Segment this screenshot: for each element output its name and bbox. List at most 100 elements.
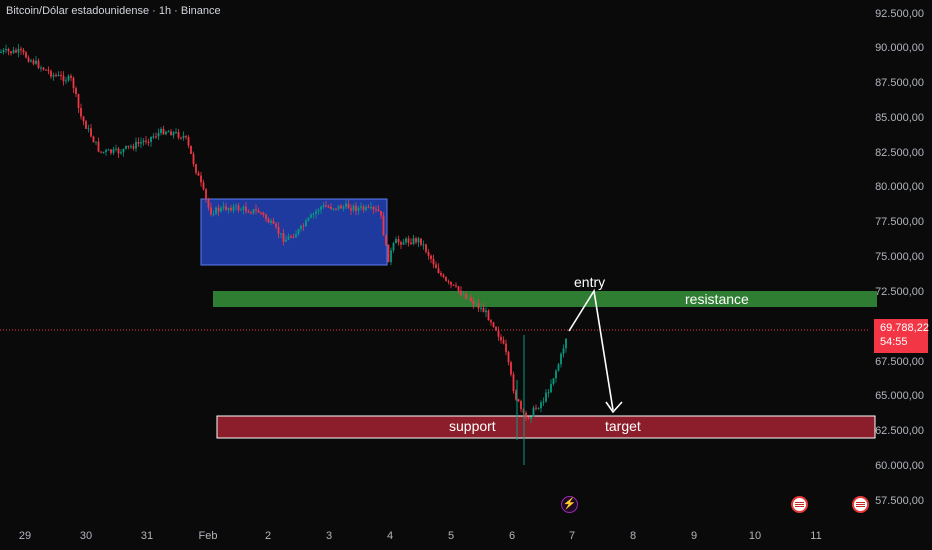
candle-body (145, 140, 147, 142)
candle-body (285, 239, 287, 242)
candle-body (175, 131, 177, 133)
candle-body (355, 205, 357, 211)
us-flag-icon[interactable] (852, 496, 869, 513)
candle-body (420, 238, 422, 245)
candle-body (415, 238, 417, 243)
time-tick: 6 (508, 530, 516, 542)
candle-body (255, 209, 257, 211)
candle-body (22, 50, 25, 53)
candle-body (205, 189, 207, 199)
candle-body (490, 320, 492, 323)
candle-body (437, 268, 440, 274)
candle-body (335, 208, 337, 210)
candle-body (27, 57, 30, 62)
candle-body (207, 198, 210, 208)
candle-body (390, 250, 392, 263)
candle-body (197, 172, 200, 176)
price-tick: 65.000,00 (875, 390, 924, 402)
us-flag-icon[interactable] (791, 496, 808, 513)
candle-body (442, 275, 445, 278)
candle-body (277, 227, 280, 234)
target-label[interactable]: target (605, 418, 641, 434)
support-zone[interactable] (216, 415, 876, 439)
candle-body (35, 60, 37, 64)
candle-body (235, 205, 237, 207)
candle-body (135, 141, 137, 149)
candle-body (167, 131, 170, 133)
candle-body (495, 326, 497, 331)
candle-body (215, 207, 217, 215)
candle-body (375, 209, 377, 211)
candle-body (467, 297, 470, 299)
candle-body (487, 310, 490, 321)
candle-body (512, 374, 515, 392)
candle-body (57, 74, 60, 76)
candle-body (552, 378, 555, 385)
candle-body (260, 212, 262, 214)
candle-body (192, 153, 195, 165)
candle-body (452, 284, 455, 286)
candle-body (402, 242, 405, 245)
support-label[interactable]: support (449, 418, 496, 434)
current-price-badge[interactable]: 69.788,22 54:55 (874, 319, 929, 353)
candle-body (557, 364, 560, 371)
candle-body (470, 297, 472, 302)
candle-body (37, 60, 40, 68)
candle-body (252, 209, 255, 214)
candle-body (460, 290, 462, 295)
resistance-label[interactable]: resistance (685, 291, 749, 307)
candle-body (325, 205, 327, 207)
candle-body (320, 206, 322, 210)
candle-body (165, 131, 167, 135)
candle-body (137, 141, 140, 144)
time-tick: Feb (198, 530, 218, 542)
candle-body (377, 209, 380, 212)
candle-body (107, 149, 110, 151)
candle-body (67, 75, 70, 81)
candle-body (527, 417, 530, 419)
entry-label[interactable]: entry (574, 274, 605, 290)
candle-body (475, 303, 477, 305)
candle-body (327, 206, 330, 208)
candle-body (565, 338, 567, 349)
candle-body (47, 69, 50, 72)
trade-path-arrow[interactable] (568, 288, 614, 411)
symbol-title[interactable]: Bitcoin/Dólar estadounidense · 1h · Bina… (6, 5, 221, 17)
candle-body (95, 141, 97, 143)
candle-countdown: 54:55 (880, 336, 908, 348)
candle-body (7, 49, 10, 52)
candle-body (305, 220, 307, 227)
candle-body (447, 280, 450, 282)
candle-body (220, 207, 222, 212)
current-price-label: 69.788,22 (880, 322, 929, 334)
candle-body (330, 206, 332, 209)
candle-body (392, 243, 395, 251)
candle-body (337, 205, 340, 209)
candle-body (530, 416, 532, 419)
candle-body (407, 238, 410, 243)
candle-body (15, 50, 17, 53)
candle-body (222, 206, 225, 208)
candle-body (485, 310, 487, 313)
resistance-zone[interactable] (213, 291, 877, 307)
candle-body (482, 307, 485, 313)
candle-body (387, 244, 390, 263)
candle-body (545, 392, 547, 402)
candle-body (410, 242, 412, 244)
candle-body (555, 370, 557, 379)
lightning-bolt-icon[interactable]: ⚡ (561, 496, 578, 513)
candle-body (500, 336, 502, 341)
candle-body (502, 340, 505, 344)
price-tick: 85.000,00 (875, 112, 924, 124)
candle-body (77, 94, 80, 109)
candle-body (380, 211, 382, 216)
price-chart[interactable] (0, 0, 932, 550)
candle-body (295, 233, 297, 238)
candle-body (520, 401, 522, 410)
price-tick: 72.500,00 (875, 286, 924, 298)
candle-body (82, 116, 85, 122)
candle-body (345, 203, 347, 207)
candle-body (85, 121, 87, 129)
candle-body (257, 210, 260, 213)
candle-body (477, 303, 480, 309)
